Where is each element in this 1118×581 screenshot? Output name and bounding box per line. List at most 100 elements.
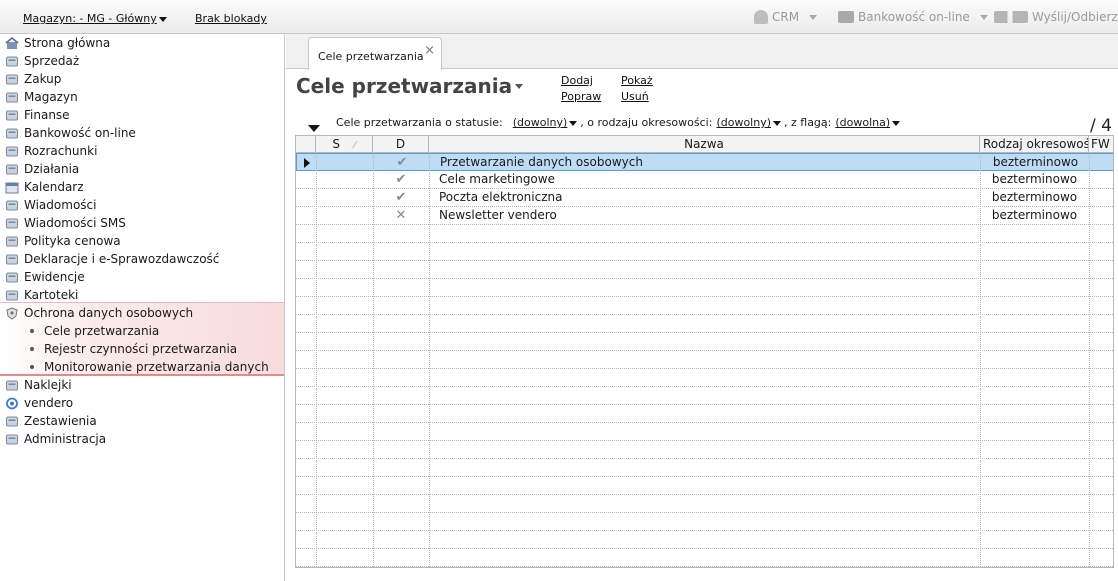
sidebar-item-polityka-cenowa[interactable]: Polityka cenowa — [0, 232, 284, 250]
sidebar-item-wiadomosci[interactable]: Wiadomości — [0, 196, 284, 214]
column-header-s[interactable]: S ⁄ — [316, 136, 373, 153]
delete-button[interactable]: Usuń — [621, 90, 649, 103]
sidebar-item-label: Zakup — [24, 72, 62, 86]
sidebar-item-dzialania[interactable]: Działania — [0, 160, 284, 178]
cell-kind: bezterminowo — [991, 172, 1078, 186]
calendar-icon — [5, 181, 19, 194]
column-header-name[interactable]: Nazwa — [429, 136, 980, 153]
sidebar-item-label: Strona główna — [24, 36, 111, 50]
show-button[interactable]: Pokaż — [621, 74, 653, 87]
sidebar-item-naklejki[interactable]: Naklejki — [0, 376, 284, 394]
sidebar-item-rozrachunki[interactable]: Rozrachunki — [0, 142, 284, 160]
warehouse-selector[interactable]: Magazyn: - MG - Główny — [23, 12, 167, 25]
banking-menu[interactable]: Bankowość on-line — [838, 10, 988, 24]
record-count: / 4 — [1090, 116, 1112, 136]
row-indicator-header — [296, 136, 316, 153]
sidebar-item-zestawienia[interactable]: Zestawienia — [0, 412, 284, 430]
chevron-down-icon — [979, 14, 988, 20]
empty-table-row — [296, 333, 1113, 351]
add-button[interactable]: Dodaj — [561, 74, 593, 87]
sales-icon — [5, 55, 19, 68]
period-filter-dropdown[interactable]: (dowolny) — [716, 116, 784, 129]
check-icon: ✔ — [395, 190, 407, 205]
check-icon: ✔ — [396, 155, 408, 170]
sidebar-item-finanse[interactable]: Finanse — [0, 106, 284, 124]
cell-name: Poczta elektroniczna — [439, 190, 563, 204]
cell-kind: bezterminowo — [991, 208, 1078, 222]
crm-label: CRM — [772, 10, 800, 24]
home-icon — [5, 36, 19, 50]
page-title[interactable]: Cele przetwarzania — [296, 74, 524, 98]
sidebar-item-label: Wiadomości SMS — [24, 216, 126, 230]
table-row[interactable]: ✔ Poczta elektroniczna bezterminowo — [296, 189, 1113, 207]
column-header-d[interactable]: D — [373, 136, 429, 153]
status-filter-dropdown[interactable]: (dowolny) — [513, 116, 581, 129]
column-header-kind[interactable]: Rodzaj okresowości — [980, 136, 1089, 153]
sidebar-item-deklaracje-i-e-sprawozdawczosc[interactable]: Deklaracje i e-Sprawozdawczość — [0, 250, 284, 268]
column-header-s-label: S — [332, 137, 340, 151]
tab-strip: Cele przetwarzania × — [286, 34, 1118, 70]
filter-toggle-icon[interactable] — [308, 125, 320, 132]
empty-table-row — [296, 351, 1113, 369]
sidebar-item-kartoteki[interactable]: Kartoteki — [0, 286, 284, 304]
warehouse-label: Magazyn: - MG - Główny — [23, 12, 157, 25]
admin-icon — [5, 433, 19, 446]
sidebar-item-vendero[interactable]: vendero — [0, 394, 284, 412]
sidebar-item-administracja[interactable]: Administracja — [0, 430, 284, 448]
tab-cele-przetwarzania[interactable]: Cele przetwarzania × — [308, 37, 442, 70]
period-filter-label: , o rodzaju okresowości: — [580, 116, 713, 129]
table-row[interactable]: ✕ Newsletter vendero bezterminowo — [296, 207, 1113, 225]
lock-status-link[interactable]: Brak blokady — [195, 12, 267, 25]
empty-table-row — [296, 441, 1113, 459]
sidebar-item-label: Zestawienia — [24, 414, 97, 428]
column-header-fw[interactable]: FW — [1089, 136, 1113, 153]
tab-label: Cele przetwarzania — [318, 50, 424, 63]
send-receive-button[interactable]: Wyślij/Odbierz — [994, 10, 1118, 24]
cross-icon: ✕ — [395, 208, 407, 223]
table-row[interactable]: ✔ Przetwarzanie danych osobowych beztermin… — [296, 153, 1113, 171]
sidebar-subitem-rejestr-czynnosci-przetwarzania[interactable]: Rejestr czynności przetwarzania — [0, 340, 284, 358]
purchase-icon — [5, 73, 19, 86]
flag-filter-dropdown[interactable]: (dowolna) — [835, 116, 903, 129]
column-divider — [1089, 153, 1090, 567]
page-title-text: Cele przetwarzania — [296, 74, 513, 98]
reports-icon — [5, 415, 19, 428]
sidebar-item-sprzedaz[interactable]: Sprzedaż — [0, 52, 284, 70]
records-icon — [5, 271, 19, 284]
empty-table-row — [296, 477, 1113, 495]
crm-menu[interactable]: CRM — [754, 10, 818, 24]
sidebar-item-label: Ewidencje — [24, 270, 85, 284]
sidebar-subitem-monitorowanie-przetwarzania-danych[interactable]: Monitorowanie przetwarzania danych — [0, 358, 284, 376]
bank-icon — [5, 127, 19, 140]
finance-icon — [5, 109, 19, 122]
bullet-icon — [30, 365, 34, 369]
close-icon[interactable]: × — [424, 43, 435, 58]
empty-table-row — [296, 423, 1113, 441]
empty-table-row — [296, 261, 1113, 279]
sidebar-item-magazyn[interactable]: Magazyn — [0, 88, 284, 106]
sidebar-item-label: Finanse — [24, 108, 70, 122]
sidebar-item-strona-glowna[interactable]: Strona główna — [0, 34, 284, 52]
column-divider — [316, 153, 317, 567]
table-row[interactable]: ✔ Cele marketingowe bezterminowo — [296, 171, 1113, 189]
chevron-down-icon — [773, 120, 781, 126]
sidebar-item-bankowosc-on-line[interactable]: Bankowość on-line — [0, 124, 284, 142]
edit-button[interactable]: Popraw — [561, 90, 601, 103]
sidebar-item-wiadomosci-sms[interactable]: Wiadomości SMS — [0, 214, 284, 232]
sidebar-item-kalendarz[interactable]: Kalendarz — [0, 178, 284, 196]
sidebar-subitem-cele-przetwarzania[interactable]: Cele przetwarzania — [0, 322, 284, 340]
settlements-icon — [5, 145, 19, 158]
sidebar-item-label: Deklaracje i e-Sprawozdawczość — [24, 252, 220, 266]
sidebar-item-label: Wiadomości — [24, 198, 97, 212]
chevron-down-icon — [809, 14, 818, 20]
banking-label: Bankowość on-line — [858, 10, 970, 24]
sort-icon: ⁄ — [353, 140, 356, 151]
sidebar-item-ewidencje[interactable]: Ewidencje — [0, 268, 284, 286]
sidebar-item-label: Bankowość on-line — [24, 126, 136, 140]
sidebar-item-ochrona-danych-osobowych[interactable]: Ochrona danych osobowych — [0, 304, 284, 322]
sidebar-item-zakup[interactable]: Zakup — [0, 70, 284, 88]
sidebar-item-label: Kalendarz — [24, 180, 84, 194]
empty-table-row — [296, 297, 1113, 315]
status-filter-label: Cele przetwarzania o statusie: — [336, 116, 503, 129]
chevron-down-icon — [515, 83, 524, 89]
